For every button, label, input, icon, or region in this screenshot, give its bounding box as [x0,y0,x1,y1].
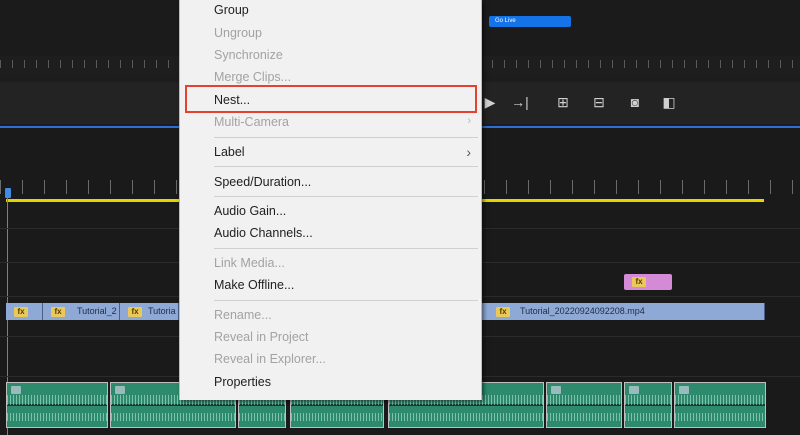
menu-item-audio-channels[interactable]: Audio Channels... [214,226,313,240]
clip-label: Tutorial_20220924092208.mp4 [520,306,645,316]
compare-icon[interactable]: ◧ [660,94,678,110]
menu-item-link-media[interactable]: Link Media... [214,256,285,270]
menu-item-merge-clips[interactable]: Merge Clips... [214,70,291,84]
menu-item-reveal-in-explorer[interactable]: Reveal in Explorer... [214,352,326,366]
video-clip[interactable]: fx Tutorial_20220924092208.mp4 [486,303,765,320]
clip-label: Tutorial_2 [77,306,117,316]
menu-item-synchronize[interactable]: Synchronize [214,48,283,62]
audio-clip[interactable] [674,382,766,428]
video-clip[interactable]: fx [6,303,43,320]
menu-item-properties[interactable]: Properties [214,375,271,389]
menu-item-ungroup[interactable]: Ungroup [214,26,262,40]
menu-item-audio-gain[interactable]: Audio Gain... [214,204,286,218]
camera-icon[interactable]: ◙ [626,94,644,110]
play-icon[interactable]: ▶ [481,94,499,110]
fx-icon [679,386,689,394]
fx-badge: fx [632,277,646,287]
audio-clip[interactable] [546,382,622,428]
context-menu: Group Ungroup Synchronize Merge Clips...… [179,0,482,400]
go-live-label: Go Live [495,18,516,24]
fx-badge: fx [51,307,65,317]
clip-label: Tutoria [148,306,176,316]
fx-icon [11,386,21,394]
audio-clip[interactable] [624,382,672,428]
adjustment-clip[interactable]: fx [624,274,672,290]
menu-separator [214,196,478,197]
submenu-chevron-icon: › [466,144,471,160]
step-forward-icon[interactable]: →| [511,94,529,110]
video-clip[interactable]: fx Tutoria [120,303,179,320]
nest-highlight-box [185,85,477,113]
playhead-handle[interactable] [5,188,11,198]
menu-item-reveal-in-project[interactable]: Reveal in Project [214,330,309,344]
menu-item-label[interactable]: Label [214,145,245,159]
fx-icon [551,386,561,394]
menu-item-group[interactable]: Group [214,3,249,17]
fx-badge: fx [496,307,510,317]
lift-icon[interactable]: ⊞ [554,94,572,110]
menu-separator [214,300,478,301]
menu-item-multi-camera[interactable]: Multi-Camera [214,115,289,129]
go-live-button[interactable]: Go Live [489,16,571,27]
menu-item-rename[interactable]: Rename... [214,308,272,322]
menu-separator [214,166,478,167]
menu-separator [214,248,478,249]
menu-item-speed-duration[interactable]: Speed/Duration... [214,175,311,189]
fx-badge: fx [14,307,28,317]
extract-icon[interactable]: ⊟ [590,94,608,110]
audio-clip[interactable] [6,382,108,428]
menu-separator [214,137,478,138]
submenu-chevron-icon: › [467,115,471,127]
menu-item-make-offline[interactable]: Make Offline... [214,278,294,292]
video-clip[interactable]: fx Tutorial_2 [43,303,120,320]
fx-icon [629,386,639,394]
fx-icon [115,386,125,394]
fx-badge: fx [128,307,142,317]
